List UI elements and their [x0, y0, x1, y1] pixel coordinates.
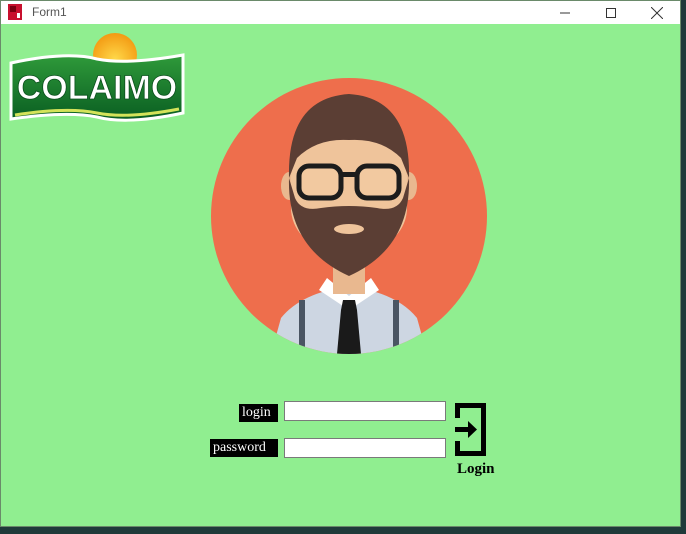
login-button-label: Login	[457, 461, 495, 477]
close-button[interactable]	[634, 1, 680, 24]
login-input[interactable]	[284, 401, 446, 421]
window-title: Form1	[32, 5, 67, 19]
user-avatar-icon	[211, 78, 487, 354]
colaimo-logo: COLAIMO	[9, 33, 185, 122]
login-button[interactable]: Login	[452, 401, 504, 483]
minimize-icon	[560, 12, 570, 13]
password-label: password	[210, 439, 278, 457]
maximize-button[interactable]	[588, 1, 634, 24]
app-icon	[8, 4, 22, 20]
login-label: login	[239, 404, 278, 422]
password-input[interactable]	[284, 438, 446, 458]
form-window: Form1 COLAIMO login password Login	[0, 0, 681, 527]
maximize-icon	[606, 7, 616, 18]
logo-text: COLAIMO	[17, 69, 178, 107]
close-icon	[651, 6, 663, 19]
minimize-button[interactable]	[542, 1, 588, 24]
title-bar[interactable]: Form1	[1, 1, 680, 24]
sign-in-icon	[455, 403, 486, 456]
